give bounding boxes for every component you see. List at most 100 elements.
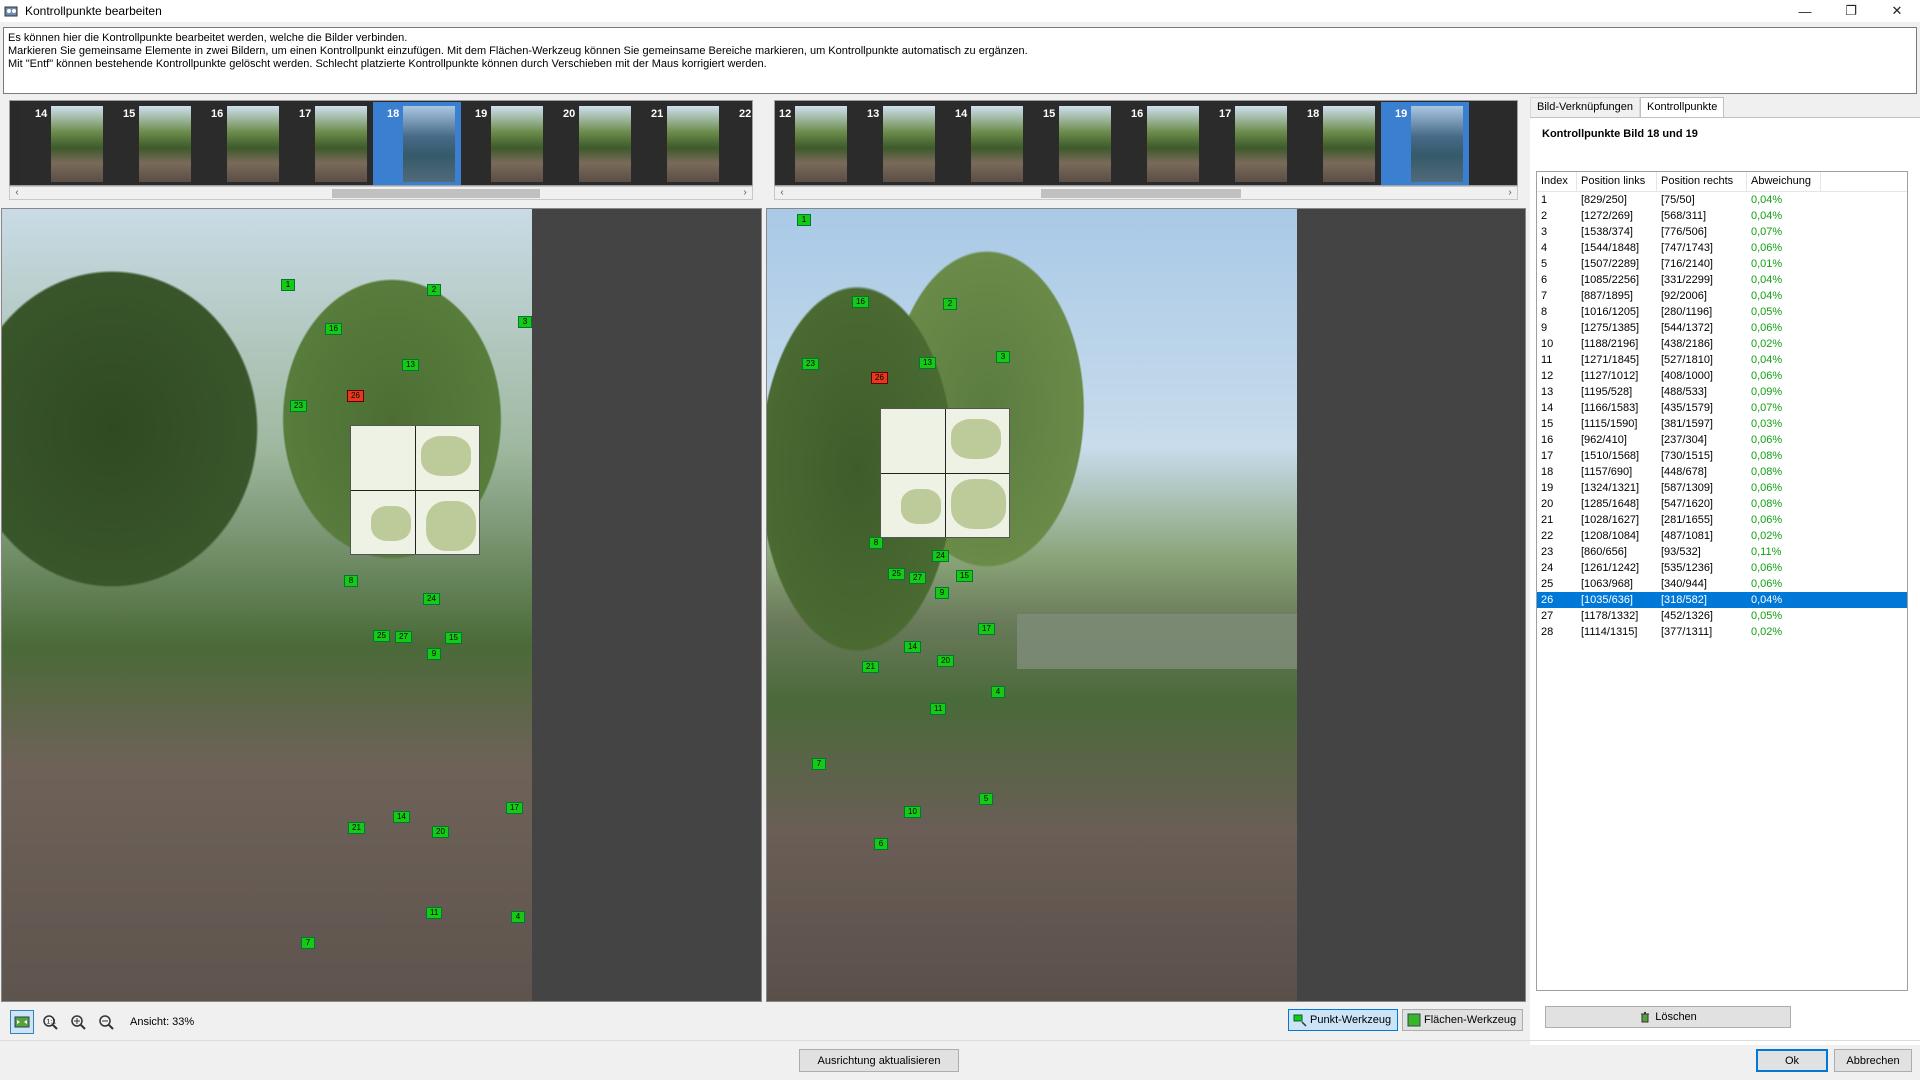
control-point-marker[interactable]: 7 [812,758,826,770]
control-point-marker[interactable]: 10 [904,806,921,818]
area-tool-button[interactable]: Flächen-Werkzeug [1402,1009,1524,1031]
thumbnail[interactable]: 16 [1117,102,1205,185]
thumbnail[interactable]: 14 [21,102,109,185]
zoom-out-icon[interactable] [94,1010,118,1034]
table-row[interactable]: 7 [887/1895] [92/2006] 0,04% [1537,288,1907,304]
control-point-marker[interactable]: 1 [281,279,295,291]
table-row[interactable]: 27 [1178/1332] [452/1326] 0,05% [1537,608,1907,624]
thumbnail[interactable]: 13 [853,102,941,185]
minimize-button[interactable]: — [1782,0,1828,22]
zoom-in-icon[interactable] [66,1010,90,1034]
control-point-marker[interactable]: 26 [347,390,364,402]
control-point-marker[interactable]: 15 [445,632,462,644]
control-point-marker[interactable]: 26 [871,372,888,384]
control-point-marker[interactable]: 25 [373,630,390,642]
control-point-marker[interactable]: 23 [290,400,307,412]
table-row[interactable]: 21 [1028/1627] [281/1655] 0,06% [1537,512,1907,528]
control-point-marker[interactable]: 23 [802,358,819,370]
thumbnail[interactable]: 22 [725,102,752,185]
thumbnail[interactable]: 15 [109,102,197,185]
control-point-marker[interactable]: 2 [943,298,957,310]
control-point-marker[interactable]: 15 [956,570,973,582]
control-point-marker[interactable]: 3 [996,351,1010,363]
table-row[interactable]: 17 [1510/1568] [730/1515] 0,08% [1537,448,1907,464]
thumbnail[interactable]: 19 [461,102,549,185]
left-image-strip[interactable]: 14 15 16 17 18 19 20 21 22 [9,100,753,186]
ok-button[interactable]: Ok [1756,1049,1828,1072]
table-row[interactable]: 1 [829/250] [75/50] 0,04% [1537,192,1907,208]
control-point-marker[interactable]: 14 [904,641,921,653]
table-row[interactable]: 13 [1195/528] [488/533] 0,09% [1537,384,1907,400]
control-point-marker[interactable]: 3 [518,316,532,328]
table-row[interactable]: 5 [1507/2289] [716/2140] 0,01% [1537,256,1907,272]
table-row[interactable]: 26 [1035/636] [318/582] 0,04% [1537,592,1907,608]
control-point-marker[interactable]: 13 [402,359,419,371]
control-point-marker[interactable]: 27 [909,572,926,584]
control-point-marker[interactable]: 9 [427,648,441,660]
table-row[interactable]: 10 [1188/2196] [438/2186] 0,02% [1537,336,1907,352]
fit-view-icon[interactable] [10,1010,34,1034]
scrollbar-thumb[interactable] [1041,189,1241,198]
control-point-marker[interactable]: 8 [344,575,358,587]
table-row[interactable]: 3 [1538/374] [776/506] 0,07% [1537,224,1907,240]
table-row[interactable]: 2 [1272/269] [568/311] 0,04% [1537,208,1907,224]
table-row[interactable]: 25 [1063/968] [340/944] 0,06% [1537,576,1907,592]
column-header-index[interactable]: Index [1537,172,1577,191]
table-row[interactable]: 20 [1285/1648] [547/1620] 0,08% [1537,496,1907,512]
table-row[interactable]: 4 [1544/1848] [747/1743] 0,06% [1537,240,1907,256]
scroll-right-icon[interactable]: › [1503,187,1517,199]
scroll-left-icon[interactable]: ‹ [10,187,24,199]
control-point-marker[interactable]: 9 [935,587,949,599]
close-button[interactable]: ✕ [1874,0,1920,22]
control-point-marker[interactable]: 4 [991,686,1005,698]
thumbnail[interactable]: 18 [373,102,461,185]
scroll-right-icon[interactable]: › [738,187,752,199]
right-photo[interactable]: 116223133262282425271591714212041171056 [767,209,1297,1001]
control-point-marker[interactable]: 20 [432,826,449,838]
table-row[interactable]: 11 [1271/1845] [527/1810] 0,04% [1537,352,1907,368]
scrollbar-thumb[interactable] [332,189,540,198]
control-point-marker[interactable]: 24 [932,550,949,562]
scroll-left-icon[interactable]: ‹ [775,187,789,199]
left-strip-scrollbar[interactable]: ‹ › [9,186,753,200]
control-point-marker[interactable]: 25 [888,568,905,580]
table-row[interactable]: 24 [1261/1242] [535/1236] 0,06% [1537,560,1907,576]
thumbnail[interactable]: 16 [197,102,285,185]
column-header-position-right[interactable]: Position rechts [1657,172,1747,191]
update-alignment-button[interactable]: Ausrichtung aktualisieren [799,1049,959,1072]
thumbnail[interactable]: 12 [775,102,853,185]
table-row[interactable]: 6 [1085/2256] [331/2299] 0,04% [1537,272,1907,288]
control-point-marker[interactable]: 16 [852,296,869,308]
thumbnail[interactable]: 19 [1381,102,1469,185]
control-point-marker[interactable]: 4 [511,911,525,923]
thumbnail[interactable]: 20 [549,102,637,185]
control-point-marker[interactable]: 17 [978,623,995,635]
table-row[interactable]: 19 [1324/1321] [587/1309] 0,06% [1537,480,1907,496]
control-point-marker[interactable]: 8 [869,537,883,549]
column-header-position-left[interactable]: Position links [1577,172,1657,191]
right-image-strip[interactable]: 12 13 14 15 16 17 18 19 [774,100,1518,186]
point-tool-button[interactable]: Punkt-Werkzeug [1288,1009,1399,1031]
control-point-marker[interactable]: 24 [423,593,440,605]
table-row[interactable]: 18 [1157/690] [448/678] 0,08% [1537,464,1907,480]
control-point-marker[interactable]: 6 [874,838,888,850]
control-point-marker[interactable]: 21 [348,822,365,834]
table-row[interactable]: 22 [1208/1084] [487/1081] 0,02% [1537,528,1907,544]
left-image-viewer[interactable]: 123161326232282425271591714212011471065 [1,208,762,1002]
control-point-marker[interactable]: 17 [506,802,523,814]
table-row[interactable]: 8 [1016/1205] [280/1196] 0,05% [1537,304,1907,320]
control-point-marker[interactable]: 20 [937,655,954,667]
table-row[interactable]: 16 [962/410] [237/304] 0,06% [1537,432,1907,448]
control-points-table[interactable]: Index Position links Position rechts Abw… [1536,171,1908,991]
column-header-deviation[interactable]: Abweichung [1747,172,1821,191]
right-strip-scrollbar[interactable]: ‹ › [774,186,1518,200]
table-row[interactable]: 23 [860/656] [93/532] 0,11% [1537,544,1907,560]
right-image-viewer[interactable]: 116223133262282425271591714212041171056 [766,208,1526,1002]
control-point-marker[interactable]: 5 [979,793,993,805]
thumbnail[interactable]: 17 [285,102,373,185]
table-row[interactable]: 15 [1115/1590] [381/1597] 0,03% [1537,416,1907,432]
table-row[interactable]: 9 [1275/1385] [544/1372] 0,06% [1537,320,1907,336]
control-point-marker[interactable]: 2 [427,284,441,296]
thumbnail[interactable]: 18 [1293,102,1381,185]
control-point-marker[interactable]: 14 [393,811,410,823]
